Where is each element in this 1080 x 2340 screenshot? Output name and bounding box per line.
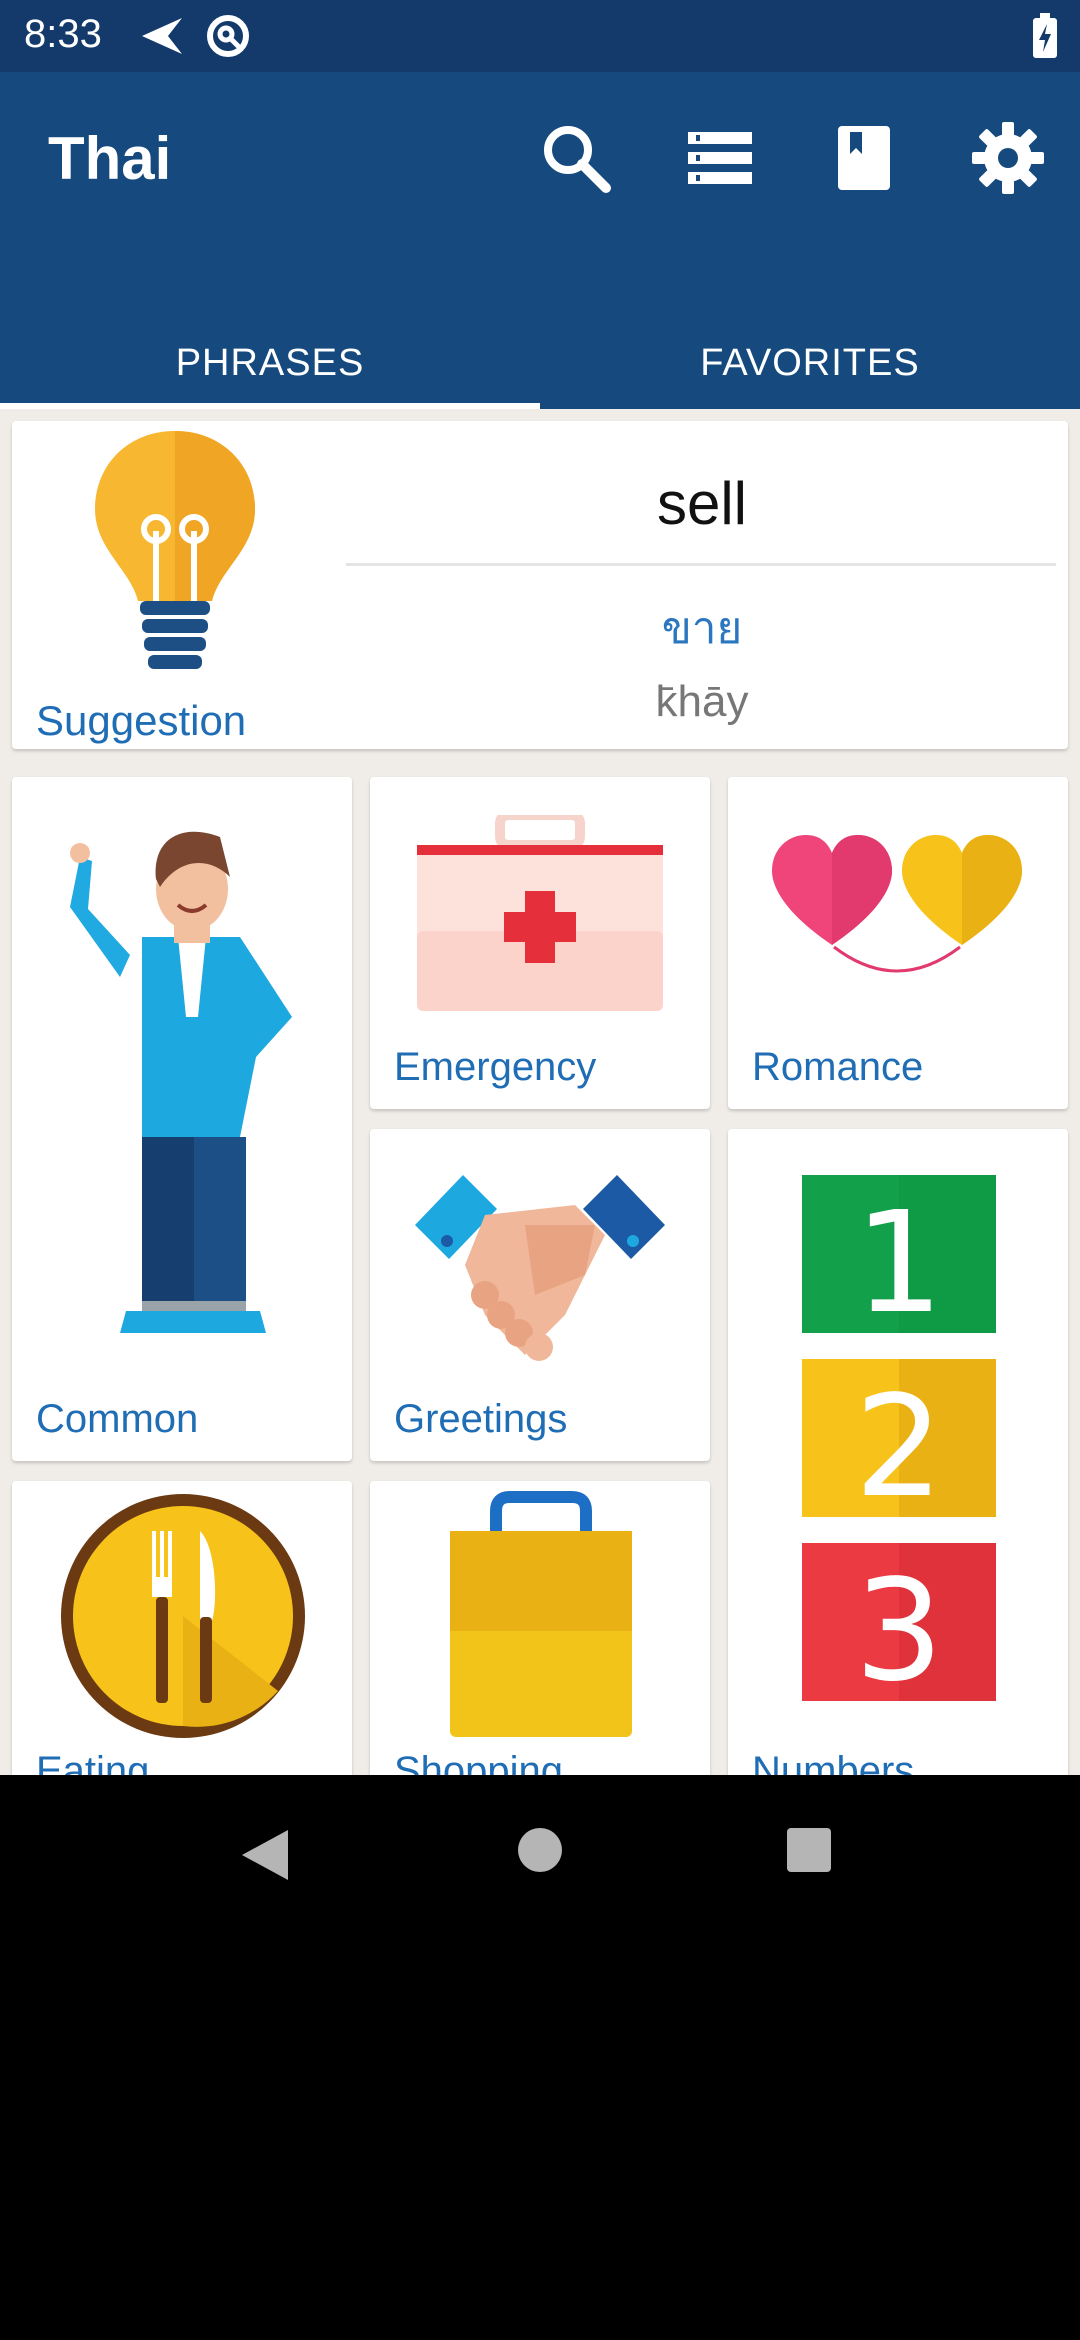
category-emergency[interactable]: Emergency (370, 777, 710, 1109)
category-numbers[interactable]: 1 2 3 Numbers (728, 1129, 1068, 1775)
suggestion-divider (346, 563, 1056, 566)
status-time: 8:33 (24, 12, 102, 56)
search-icon (538, 120, 614, 201)
fork-knife-icon (58, 1491, 308, 1746)
app-bar: Thai PHRASES FAVORITES (0, 72, 1080, 409)
category-shopping-label: Shopping (394, 1749, 564, 1775)
svg-text:2: 2 (854, 1366, 943, 1529)
recents-icon[interactable] (786, 1827, 832, 1878)
settings-button[interactable] (968, 120, 1048, 200)
category-greetings[interactable]: Greetings (370, 1129, 710, 1461)
settings-icon (970, 120, 1046, 201)
vpn-icon (204, 12, 252, 65)
category-emergency-label: Emergency (394, 1045, 597, 1089)
book-icon (838, 125, 890, 195)
app-title: Thai (48, 125, 172, 192)
category-romance[interactable]: Romance (728, 777, 1068, 1109)
category-greetings-label: Greetings (394, 1397, 568, 1441)
phrase-categories: Suggestion sell ขาย k̄hāy Common Emergen… (0, 409, 1080, 1775)
handshake-icon (415, 1165, 665, 1366)
back-icon[interactable] (240, 1828, 290, 1887)
suggestion-thai: ขาย (661, 604, 743, 653)
person-icon (60, 817, 320, 1362)
suggestion-word: sell (656, 470, 748, 537)
lightbulb-icon (90, 431, 260, 686)
status-bar: 8:33 (0, 0, 1080, 72)
home-icon[interactable] (516, 1826, 564, 1879)
battery-icon (1030, 12, 1060, 65)
first-aid-kit-icon (415, 810, 665, 1016)
tab-favorites[interactable]: FAVORITES (540, 317, 1080, 409)
tab-phrases[interactable]: PHRASES (0, 317, 540, 409)
list-icon (688, 130, 752, 191)
svg-text:1: 1 (854, 1182, 943, 1345)
numbers-icon: 1 2 3 (802, 1175, 996, 1713)
search-button[interactable] (536, 120, 616, 200)
send-icon (138, 12, 186, 65)
suggestion-card[interactable]: Suggestion sell ขาย k̄hāy (12, 421, 1068, 749)
tab-bar: PHRASES FAVORITES (0, 317, 1080, 409)
category-common[interactable]: Common (12, 777, 352, 1461)
category-common-label: Common (36, 1397, 199, 1441)
book-button[interactable] (824, 120, 904, 200)
suggestion-transliteration: k̄hāy (655, 677, 749, 726)
navigation-bar (0, 1775, 1080, 2340)
category-shopping[interactable]: Shopping (370, 1481, 710, 1775)
category-romance-label: Romance (752, 1045, 924, 1089)
category-eating[interactable]: Eating (12, 1481, 352, 1775)
hearts-icon (772, 835, 1022, 980)
svg-text:3: 3 (854, 1550, 943, 1701)
suggestion-label: Suggestion (36, 697, 247, 744)
list-button[interactable] (680, 120, 760, 200)
shopping-bag-icon (446, 1491, 636, 1746)
category-numbers-label: Numbers (752, 1749, 915, 1775)
category-eating-label: Eating (36, 1749, 150, 1775)
